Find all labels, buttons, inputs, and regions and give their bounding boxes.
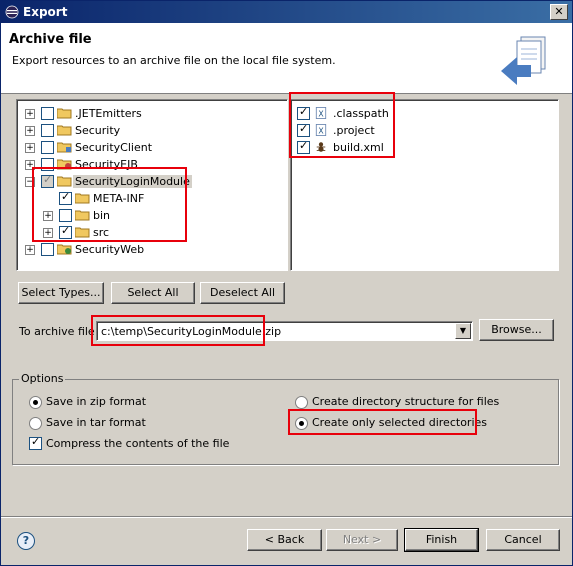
zip-format-label: Save in zip format	[46, 395, 147, 408]
select-types-button[interactable]: Select Types...	[18, 282, 104, 304]
compress-checkbox[interactable]	[29, 435, 42, 450]
expand-icon[interactable]: +	[25, 126, 35, 136]
compress-label: Compress the contents of the file	[46, 437, 230, 450]
project-folder-icon	[57, 176, 72, 187]
tree-item-label: src	[93, 226, 110, 239]
tree-checkbox[interactable]	[59, 224, 72, 239]
tar-format-radio[interactable]	[29, 417, 42, 430]
select-all-button[interactable]: Select All	[111, 282, 195, 304]
tree-item-label: SecurityWeb	[75, 243, 145, 256]
close-button[interactable]: ✕	[550, 4, 568, 20]
tar-format-label: Save in tar format	[46, 416, 146, 429]
window-title: Export	[23, 5, 68, 19]
dir-structure-label: Create directory structure for files	[312, 395, 500, 408]
file-item-label: .project	[333, 124, 375, 137]
project-folder-icon	[57, 125, 72, 136]
options-group: Options Save in zip format Save in tar f…	[12, 372, 559, 465]
file-checkbox[interactable]	[297, 105, 310, 120]
eclipse-icon	[5, 5, 19, 19]
file-checkbox[interactable]	[297, 139, 310, 154]
expand-icon[interactable]: +	[43, 228, 53, 238]
expand-icon[interactable]: +	[43, 211, 53, 221]
chevron-down-icon[interactable]: ▼	[455, 323, 471, 339]
page-title: Archive file	[9, 32, 92, 47]
project-folder-icon	[57, 244, 72, 255]
xml-file-icon: X	[315, 124, 327, 136]
title-bar: Export ✕	[1, 1, 572, 23]
expand-icon[interactable]: +	[25, 160, 35, 170]
footer-separator	[1, 516, 572, 518]
zip-format-radio[interactable]	[29, 396, 42, 409]
tree-checkbox[interactable]	[59, 190, 72, 205]
tree-checkbox[interactable]	[41, 141, 54, 154]
folder-icon	[75, 227, 90, 238]
export-wizard-icon	[501, 36, 546, 85]
tree-checkbox[interactable]	[41, 243, 54, 256]
tree-item-label: SecurityClient	[75, 141, 153, 154]
page-description: Export resources to an archive file on t…	[12, 54, 336, 67]
collapse-icon[interactable]: −	[25, 177, 35, 187]
only-selected-radio[interactable]	[295, 417, 308, 430]
tree-checkbox[interactable]	[41, 173, 54, 188]
help-icon[interactable]: ?	[17, 532, 35, 550]
tree-checkbox[interactable]	[41, 124, 54, 137]
tree-checkbox[interactable]	[41, 158, 54, 171]
project-tree[interactable]: + .JETEmitters + Security + SecurityClie…	[16, 99, 288, 271]
svg-text:X: X	[318, 126, 324, 135]
expand-icon[interactable]: +	[25, 109, 35, 119]
file-checkbox[interactable]	[297, 122, 310, 137]
tree-checkbox[interactable]	[59, 209, 72, 222]
tree-checkbox[interactable]	[41, 107, 54, 120]
project-folder-icon	[57, 108, 72, 119]
dir-structure-radio[interactable]	[295, 396, 308, 409]
project-folder-icon	[57, 142, 72, 153]
tree-item-label: META-INF	[93, 192, 145, 205]
xml-file-icon: X	[315, 107, 327, 119]
file-list[interactable]: X .classpath X .project build.xml	[290, 99, 559, 271]
back-button[interactable]: < Back	[247, 529, 322, 551]
browse-button[interactable]: Browse...	[479, 319, 554, 341]
file-item-label: build.xml	[333, 141, 384, 154]
file-item-label: .classpath	[333, 107, 389, 120]
wizard-banner: Archive file Export resources to an arch…	[1, 23, 572, 94]
cancel-button[interactable]: Cancel	[486, 529, 560, 551]
next-button[interactable]: Next >	[326, 529, 398, 551]
ant-file-icon	[316, 142, 326, 152]
folder-icon	[75, 193, 90, 204]
tree-item-label: SecurityEJB	[75, 158, 138, 171]
archive-file-combo[interactable]: c:\temp\SecurityLoginModule.zip ▼	[96, 321, 473, 341]
tree-item-label: SecurityLoginModule	[73, 175, 192, 188]
close-icon: ✕	[554, 5, 564, 18]
project-folder-icon	[57, 159, 72, 170]
tree-item-label: Security	[75, 124, 121, 137]
deselect-all-button[interactable]: Deselect All	[200, 282, 285, 304]
export-dialog: Export ✕ Archive file Export resources t…	[0, 0, 573, 566]
expand-icon[interactable]: +	[25, 245, 35, 255]
archive-file-input[interactable]: c:\temp\SecurityLoginModule.zip	[101, 325, 281, 338]
archive-file-label: To archive file:	[19, 325, 99, 338]
tree-item-label: .JETEmitters	[75, 107, 142, 120]
only-selected-label: Create only selected directories	[312, 416, 487, 429]
options-title: Options	[19, 372, 66, 385]
svg-text:X: X	[318, 109, 324, 118]
tree-item-label: bin	[93, 209, 111, 222]
expand-icon[interactable]: +	[25, 143, 35, 153]
folder-icon	[75, 210, 90, 221]
finish-button[interactable]: Finish	[404, 528, 479, 552]
